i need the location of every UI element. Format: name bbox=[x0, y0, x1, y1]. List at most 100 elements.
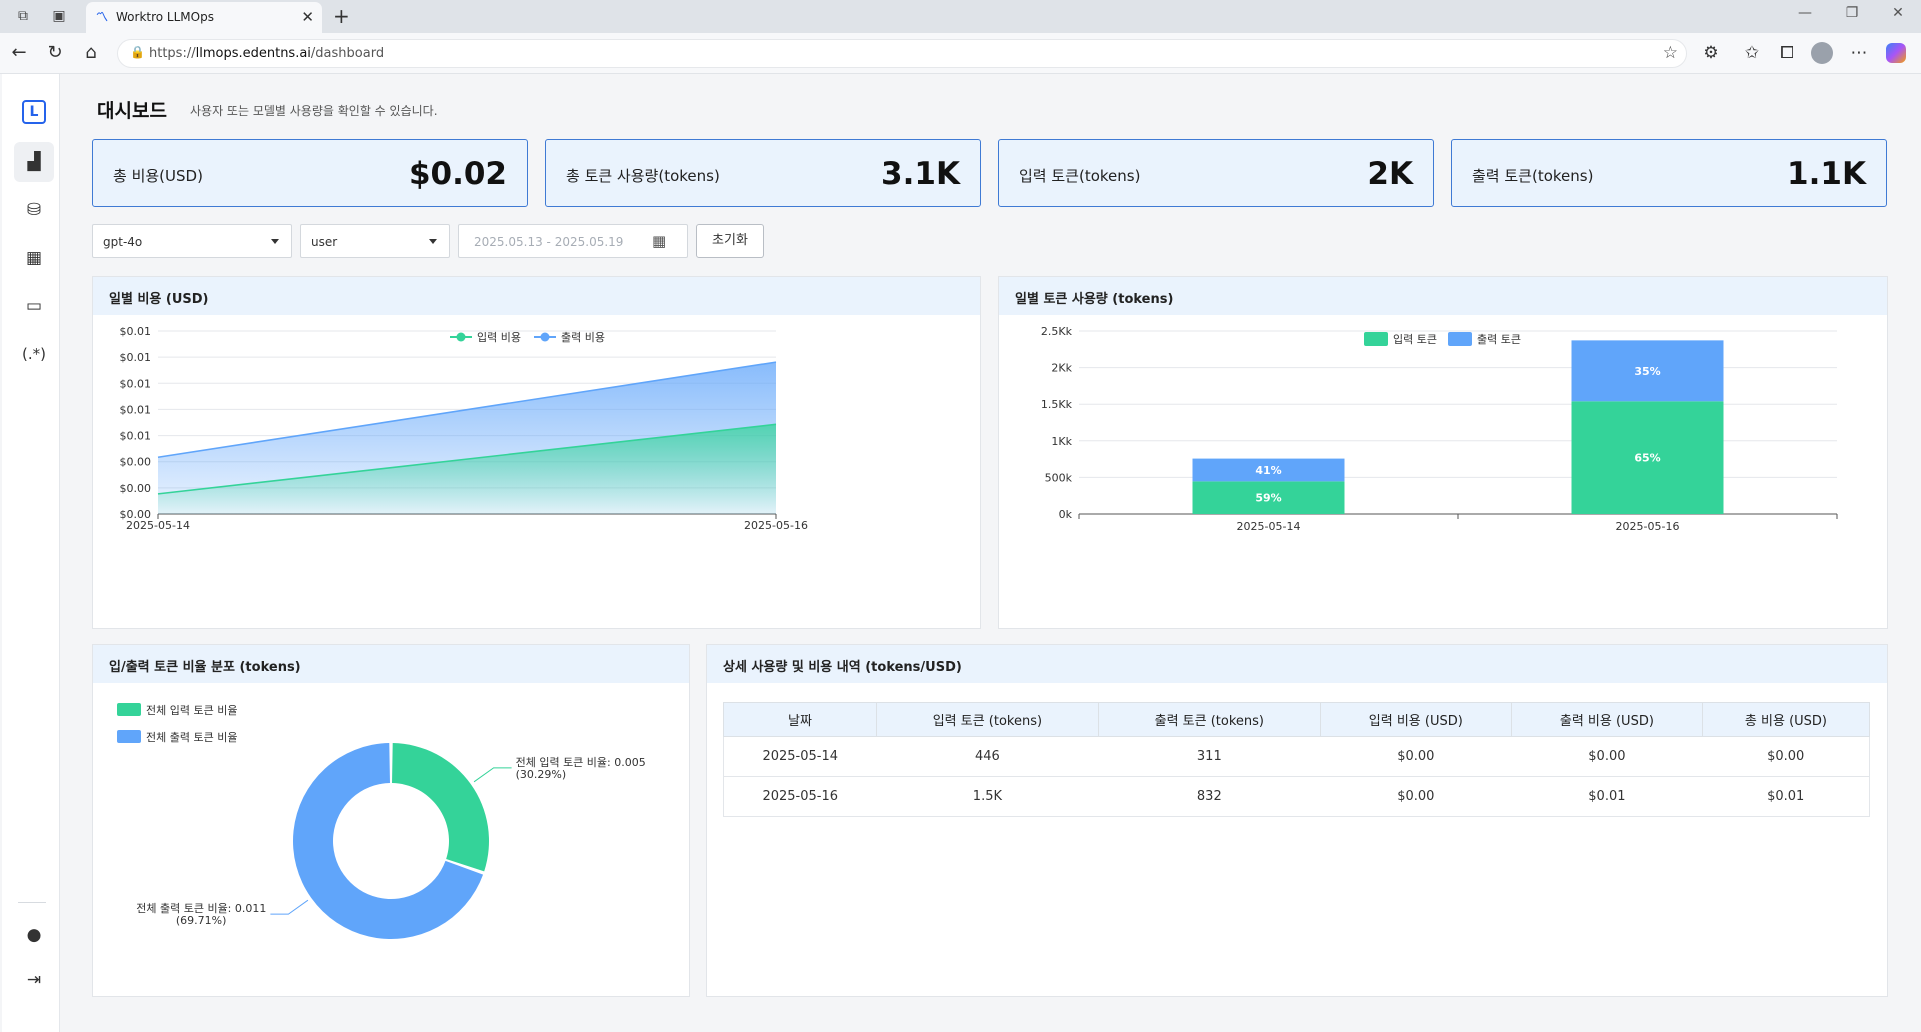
table-cell: 2025-05-14 bbox=[723, 736, 877, 777]
url-field[interactable]: 🔒 https://llmops.edentns.ai/dashboard ☆ bbox=[117, 39, 1687, 68]
column-header[interactable]: 날짜 bbox=[723, 702, 877, 737]
panel-header: 일별 토큰 사용량 (tokens) bbox=[999, 277, 1887, 315]
table-cell: $0.00 bbox=[1320, 736, 1512, 777]
table-row: 2025-05-16 1.5K 832 $0.00 $0.01 $0.01 bbox=[723, 776, 1871, 817]
chart-icon[interactable]: ▟ bbox=[14, 142, 54, 182]
panel-title: 일별 토큰 사용량 (tokens) bbox=[1015, 292, 1174, 307]
model-select[interactable]: gpt-4o bbox=[92, 224, 292, 258]
table-cell: 311 bbox=[1098, 736, 1321, 777]
slice-percent: (30.29%) bbox=[516, 768, 567, 781]
close-window-icon[interactable]: ✕ bbox=[1884, 5, 1912, 21]
token-ratio-panel: 입/출력 토큰 비율 분포 (tokens) 전체 입력 토큰 비율: 0.00… bbox=[92, 644, 690, 997]
legend-swatch bbox=[1364, 332, 1388, 346]
y-tick-label: 1.5Kk bbox=[1041, 398, 1073, 411]
tab-close-icon[interactable]: ✕ bbox=[301, 8, 314, 26]
screenshot-icon[interactable]: ⧠ bbox=[1776, 42, 1798, 64]
table-row: 2025-05-14 446 311 $0.00 $0.00 $0.00 bbox=[723, 736, 1871, 777]
minimize-icon[interactable]: — bbox=[1791, 5, 1819, 21]
lock-icon: 🔒 bbox=[130, 45, 145, 59]
favorites-icon[interactable]: ✩ bbox=[1741, 42, 1763, 64]
token-ratio-chart: 전체 입력 토큰 비율: 0.005(30.29%)전체 출력 토큰 비율: 0… bbox=[117, 703, 646, 939]
tab-title: Worktro LLMOps bbox=[116, 10, 214, 24]
restore-icon[interactable]: ❐ bbox=[1838, 5, 1866, 21]
table-cell: $0.00 bbox=[1320, 776, 1512, 817]
bar-label: 35% bbox=[1634, 365, 1660, 378]
y-tick-label: 2.5Kk bbox=[1041, 325, 1073, 338]
panel-header: 상세 사용량 및 비용 내역 (tokens/USD) bbox=[707, 645, 1887, 683]
y-tick-label: $0.01 bbox=[120, 325, 152, 338]
logout-icon[interactable]: ⇥ bbox=[14, 960, 54, 1000]
daily-tokens-panel: 일별 토큰 사용량 (tokens) 0k 500k 1Kk 1.5Kk 2Kk 2.5K… bbox=[998, 276, 1888, 629]
user-icon[interactable]: ● bbox=[14, 915, 54, 955]
kpi-label: 총 비용(USD) bbox=[113, 167, 203, 185]
table-cell: $0.01 bbox=[1511, 776, 1703, 817]
panel-title: 일별 비용 (USD) bbox=[109, 292, 209, 307]
legend-marker bbox=[456, 332, 466, 342]
tab-actions-icon[interactable]: ▣ bbox=[50, 7, 68, 25]
chevron-down-icon bbox=[429, 239, 437, 244]
logo-icon[interactable]: L bbox=[22, 100, 46, 124]
favorite-star-icon[interactable]: ☆ bbox=[1663, 43, 1678, 63]
main-content: 대시보드 사용자 또는 모델별 사용량을 확인할 수 있습니다. 총 비용(US… bbox=[60, 74, 1921, 1032]
copilot-icon[interactable] bbox=[1886, 43, 1906, 63]
column-header[interactable]: 출력 비용 (USD) bbox=[1510, 702, 1703, 737]
ai-chip-icon[interactable]: ▦ bbox=[14, 238, 54, 278]
refresh-icon[interactable]: ↻ bbox=[44, 42, 66, 64]
date-range-picker[interactable]: 2025.05.13 - 2025.05.19 ▦ bbox=[458, 224, 688, 258]
browser-tab[interactable]: 〽 Worktro LLMOps ✕ bbox=[86, 2, 322, 33]
more-menu-icon[interactable]: ⋯ bbox=[1848, 42, 1870, 64]
table-cell: 446 bbox=[876, 736, 1099, 777]
panel-header: 입/출력 토큰 비율 분포 (tokens) bbox=[93, 645, 689, 683]
bar-label: 41% bbox=[1255, 464, 1281, 477]
y-tick-label: $0.01 bbox=[120, 377, 152, 390]
legend-label: 출력 토큰 bbox=[1477, 333, 1521, 346]
table-cell: $0.00 bbox=[1702, 736, 1871, 777]
y-tick-label: 1Kk bbox=[1051, 435, 1072, 448]
legend-marker bbox=[540, 332, 550, 342]
workspaces-icon[interactable]: ⧉ bbox=[14, 7, 32, 25]
database-icon[interactable]: ⛁ bbox=[14, 190, 54, 230]
column-header[interactable]: 입력 비용 (USD) bbox=[1319, 702, 1512, 737]
new-tab-icon[interactable]: + bbox=[333, 4, 350, 28]
kpi-total-tokens: 총 토큰 사용량(tokens) 3.1K bbox=[545, 139, 981, 207]
y-tick-label: $0.01 bbox=[120, 403, 152, 416]
column-header[interactable]: 입력 토큰 (tokens) bbox=[875, 702, 1099, 737]
kpi-value: 3.1K bbox=[881, 156, 960, 192]
table-cell: $0.00 bbox=[1511, 736, 1703, 777]
legend-label: 입력 비용 bbox=[477, 331, 521, 344]
user-select[interactable]: user bbox=[300, 224, 450, 258]
favicon-icon: 〽 bbox=[96, 10, 109, 24]
kpi-label: 총 토큰 사용량(tokens) bbox=[566, 167, 720, 185]
table-cell: 2025-05-16 bbox=[723, 776, 877, 817]
regex-icon[interactable]: (.*) bbox=[14, 334, 54, 374]
page-title: 대시보드 bbox=[97, 100, 167, 122]
home-icon[interactable]: ⌂ bbox=[80, 42, 102, 64]
calendar-icon[interactable]: ▦ bbox=[652, 232, 666, 250]
profile-avatar[interactable] bbox=[1811, 42, 1833, 64]
column-header[interactable]: 출력 토큰 (tokens) bbox=[1097, 702, 1321, 737]
back-icon[interactable]: ← bbox=[8, 42, 30, 64]
column-header[interactable]: 총 비용 (USD) bbox=[1701, 702, 1871, 737]
y-tick-label: $0.00 bbox=[120, 456, 152, 469]
y-tick-label: 0k bbox=[1059, 508, 1073, 521]
kpi-value: 2K bbox=[1367, 156, 1413, 192]
reset-button[interactable]: 초기화 bbox=[696, 224, 764, 258]
slice-percent: (69.71%) bbox=[176, 914, 227, 927]
y-tick-label: 2Kk bbox=[1051, 362, 1072, 375]
legend-swatch bbox=[117, 730, 141, 743]
leader-line bbox=[270, 899, 309, 915]
url-text: https://llmops.edentns.ai/dashboard bbox=[149, 46, 385, 61]
user-select-value: user bbox=[311, 235, 338, 249]
x-tick-label: 2025-05-16 bbox=[1616, 520, 1680, 533]
extensions-icon[interactable]: ⚙ bbox=[1700, 42, 1722, 64]
legend-label: 출력 비용 bbox=[561, 331, 605, 344]
leader-line bbox=[473, 767, 512, 783]
y-tick-label: $0.01 bbox=[120, 430, 152, 443]
page-subtitle: 사용자 또는 모델별 사용량을 확인할 수 있습니다. bbox=[190, 104, 438, 118]
panel-header: 일별 비용 (USD) bbox=[93, 277, 980, 315]
table-header-row: 날짜 입력 토큰 (tokens) 출력 토큰 (tokens) 입력 비용 (… bbox=[723, 702, 1871, 737]
terminal-icon[interactable]: ▭ bbox=[14, 286, 54, 326]
legend-swatch bbox=[117, 703, 141, 716]
sidebar: L ▟ ⛁ ▦ ▭ (.*) ● ⇥ bbox=[2, 74, 60, 1032]
kpi-value: 1.1K bbox=[1787, 156, 1866, 192]
